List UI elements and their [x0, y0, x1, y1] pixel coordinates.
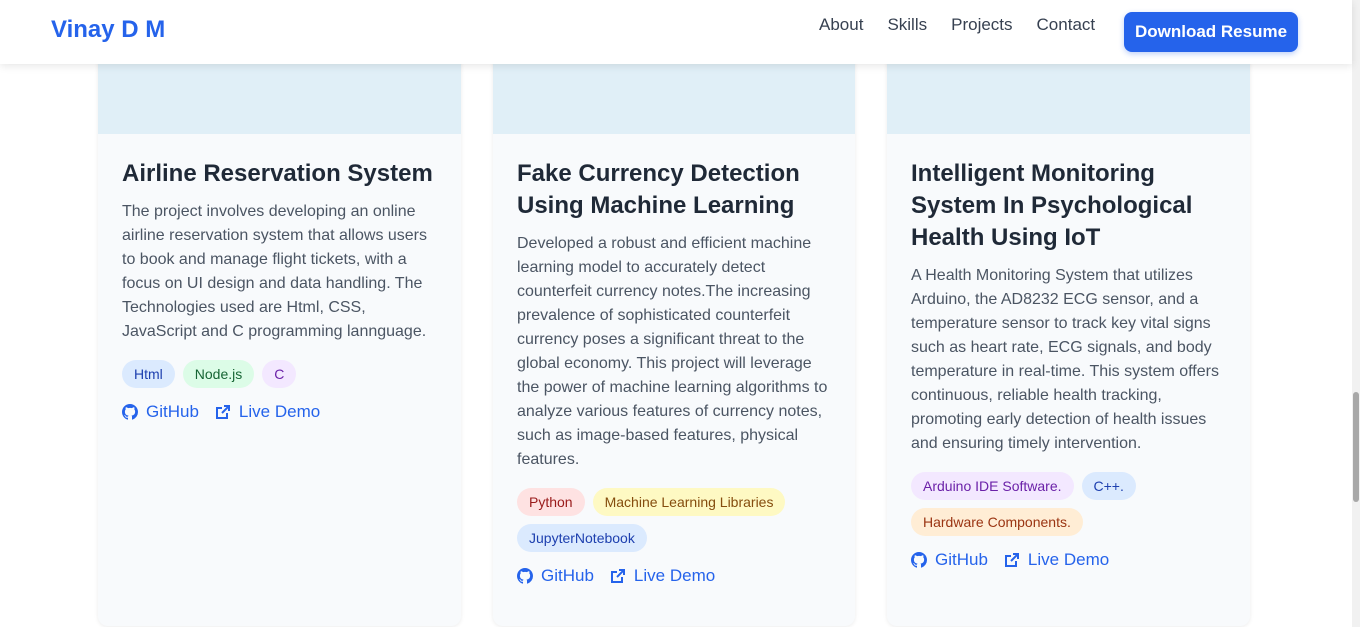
tag-jupyter: JupyterNotebook [517, 524, 647, 552]
github-link[interactable]: GitHub [911, 550, 988, 570]
nav-projects[interactable]: Projects [951, 15, 1012, 35]
main-nav: About Skills Projects Contact [819, 15, 1119, 35]
tag-c: C [262, 360, 297, 388]
project-description: A Health Monitoring System that utilizes… [911, 267, 1219, 452]
github-label: GitHub [935, 550, 988, 569]
live-demo-link[interactable]: Live Demo [1004, 550, 1109, 570]
page-scrollbar[interactable] [1352, 0, 1360, 627]
tag-hardware: Hardware Components. [911, 508, 1083, 536]
tag-arduino-ide: Arduino IDE Software. [911, 472, 1074, 500]
project-title: Fake Currency Detection Using Machine Le… [517, 160, 800, 219]
project-title: Airline Reservation System [122, 160, 433, 187]
external-link-icon [215, 405, 230, 419]
github-link[interactable]: GitHub [517, 566, 594, 586]
nav-skills[interactable]: Skills [887, 15, 927, 35]
tag-list: Python Machine Learning Libraries Jupyte… [517, 488, 831, 560]
live-demo-label: Live Demo [238, 402, 321, 421]
nav-contact[interactable]: Contact [1037, 15, 1096, 35]
tag-cpp: C++. [1081, 472, 1136, 500]
project-links: GitHub Live Demo [911, 550, 1226, 570]
tag-python: Python [517, 488, 585, 516]
project-title: Intelligent Monitoring System In Psychol… [911, 160, 1193, 251]
github-label: GitHub [541, 566, 594, 585]
live-demo-link[interactable]: Live Demo [215, 402, 320, 422]
tag-ml-libraries: Machine Learning Libraries [592, 488, 786, 516]
tag-list: Html Node.js C [122, 360, 437, 396]
external-link-icon [1004, 553, 1019, 567]
project-card-airline: Airline Reservation System The project i… [98, 40, 461, 626]
github-icon [517, 568, 533, 584]
nav-about[interactable]: About [819, 15, 863, 35]
project-card-health-monitoring: Intelligent Monitoring System In Psychol… [887, 40, 1250, 626]
download-resume-button[interactable]: Download Resume [1124, 12, 1298, 52]
tag-list: Arduino IDE Software. C++. Hardware Comp… [911, 472, 1226, 544]
live-demo-label: Live Demo [633, 566, 716, 585]
project-links: GitHub Live Demo [517, 566, 831, 586]
live-demo-label: Live Demo [1027, 550, 1110, 569]
github-icon [911, 552, 927, 568]
project-links: GitHub Live Demo [122, 402, 437, 422]
tag-nodejs: Node.js [182, 360, 255, 388]
github-link[interactable]: GitHub [122, 402, 199, 422]
brand-logo[interactable]: Vinay D M [51, 16, 165, 44]
project-card-fake-currency: Fake Currency Detection Using Machine Le… [493, 40, 855, 626]
project-description: The project involves developing an onlin… [122, 203, 428, 340]
tag-html: Html [122, 360, 175, 388]
scrollbar-thumb[interactable] [1353, 392, 1359, 502]
site-header: Vinay D M About Skills Projects Contact … [0, 0, 1352, 64]
external-link-icon [610, 569, 625, 583]
github-label: GitHub [146, 402, 199, 421]
live-demo-link[interactable]: Live Demo [610, 566, 715, 586]
project-description: Developed a robust and efficient machine… [517, 235, 828, 468]
github-icon [122, 404, 138, 420]
